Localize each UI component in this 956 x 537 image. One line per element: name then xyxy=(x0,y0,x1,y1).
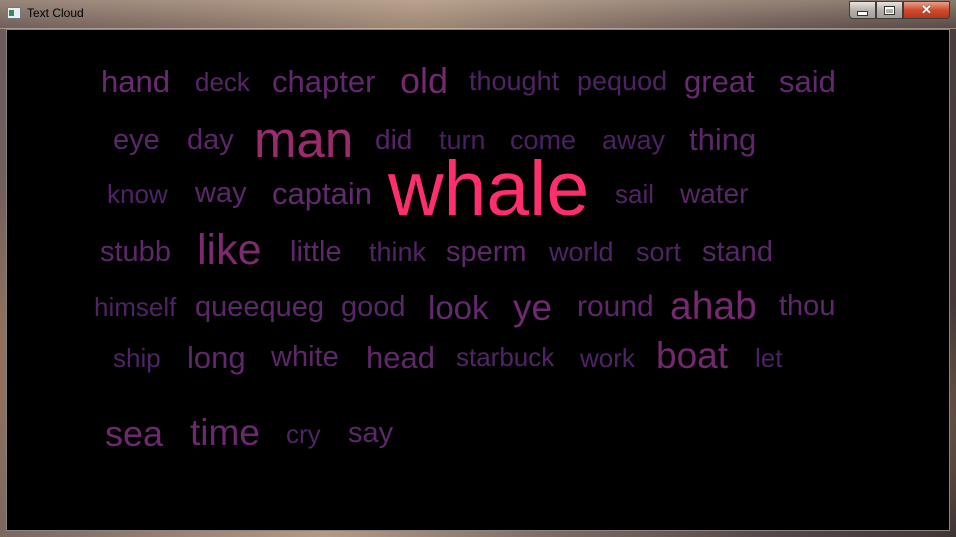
close-icon: ✕ xyxy=(921,2,932,17)
word-pequod: pequod xyxy=(577,66,668,96)
word-man: man xyxy=(254,111,354,168)
minimize-button[interactable] xyxy=(849,1,876,19)
word-great: great xyxy=(684,64,755,99)
word-sea: sea xyxy=(105,413,164,454)
word-say: say xyxy=(348,417,394,449)
word-know: know xyxy=(107,179,168,209)
word-whale: whale xyxy=(388,146,590,232)
close-button[interactable]: ✕ xyxy=(903,1,950,19)
word-let: let xyxy=(755,343,783,373)
word-think: think xyxy=(369,237,427,267)
word-sail: sail xyxy=(615,179,655,209)
word-boat: boat xyxy=(656,335,729,376)
word-deck: deck xyxy=(195,67,250,97)
word-look: look xyxy=(428,289,489,326)
word-queequeg: queequeg xyxy=(195,291,325,323)
word-cloud-canvas: hand deck chapter old thought pequod gre… xyxy=(6,29,950,531)
word-little: little xyxy=(290,236,342,268)
word-ahab: ahab xyxy=(670,285,757,328)
word-work: work xyxy=(580,343,635,373)
word-white: white xyxy=(271,341,339,373)
word-ship: ship xyxy=(113,343,161,373)
word-himself: himself xyxy=(94,292,177,322)
word-thought: thought xyxy=(469,66,560,96)
word-good: good xyxy=(341,291,406,323)
word-thing: thing xyxy=(689,122,757,157)
word-cry: cry xyxy=(286,419,321,449)
maximize-button[interactable] xyxy=(876,1,903,19)
word-stubb: stubb xyxy=(100,236,171,268)
app-icon xyxy=(7,7,21,19)
word-water: water xyxy=(680,178,749,209)
window-title: Text Cloud xyxy=(27,6,84,20)
word-away: away xyxy=(602,125,666,155)
word-old: old xyxy=(400,60,449,101)
word-long: long xyxy=(187,340,246,375)
word-time: time xyxy=(190,412,260,453)
word-like: like xyxy=(197,226,262,274)
word-stand: stand xyxy=(702,236,773,268)
word-chapter: chapter xyxy=(272,64,376,99)
word-thou: thou xyxy=(779,290,836,322)
word-world: world xyxy=(549,237,614,267)
word-starbuck: starbuck xyxy=(456,342,555,372)
word-hand: hand xyxy=(101,64,170,99)
word-eye: eye xyxy=(113,124,160,156)
word-sort: sort xyxy=(636,237,682,267)
word-said: said xyxy=(779,64,836,99)
word-sperm: sperm xyxy=(446,236,527,268)
maximize-icon xyxy=(884,5,895,15)
word-round: round xyxy=(577,290,654,323)
word-day: day xyxy=(187,124,234,156)
word-captain: captain xyxy=(272,176,372,211)
minimize-icon xyxy=(857,10,868,16)
desktop-background: Text Cloud ✕ hand deck chapter old thoug… xyxy=(0,0,956,537)
word-head: head xyxy=(366,340,435,375)
word-ye: ye xyxy=(513,287,553,328)
word-way: way xyxy=(195,177,247,209)
window-titlebar[interactable]: Text Cloud ✕ xyxy=(0,0,956,29)
